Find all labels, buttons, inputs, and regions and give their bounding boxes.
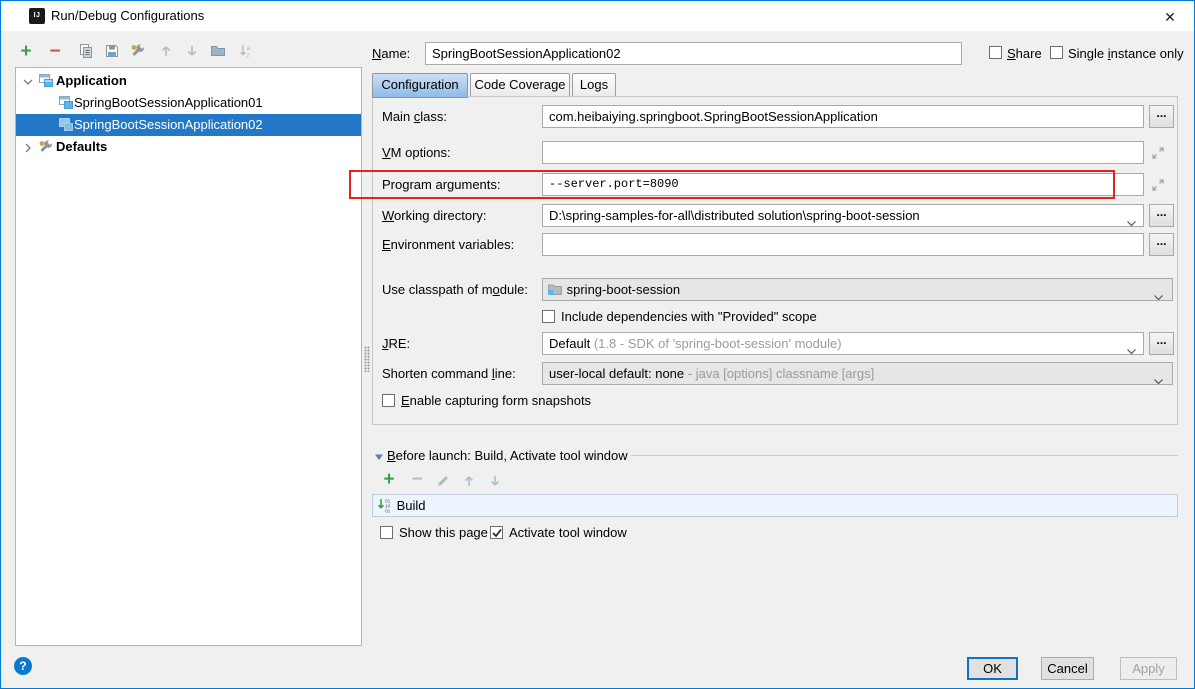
task-label: Build (397, 498, 426, 513)
tree-item-springbootsessionapplication02-selected[interactable]: SpringBootSessionApplication02 (16, 114, 361, 136)
edit-task-pencil-icon (434, 473, 452, 491)
svg-text:a: a (247, 45, 251, 52)
collapse-triangle-icon[interactable] (374, 450, 384, 460)
chevron-collapsed-icon[interactable] (22, 139, 36, 153)
chevron-down-icon[interactable] (1153, 287, 1164, 295)
main-class-label: Main class: (382, 105, 447, 128)
vm-options-label: VM options: (382, 141, 451, 164)
tab-code-coverage[interactable]: Code Coverage (470, 73, 570, 97)
environment-variables-input[interactable] (542, 233, 1144, 256)
move-task-up-icon (460, 473, 478, 491)
name-label: Name: (372, 42, 410, 65)
tree-item-label: Defaults (56, 136, 107, 158)
main-class-input[interactable]: com.heibaiying.springboot.SpringBootSess… (542, 105, 1144, 128)
defaults-wrench-icon (38, 139, 54, 155)
activate-tool-window-checkbox[interactable] (490, 526, 503, 539)
add-task-icon[interactable]: + (380, 471, 398, 489)
tree-item-label: Application (56, 70, 127, 92)
help-icon[interactable]: ? (14, 657, 32, 675)
use-classpath-label: Use classpath of module: (382, 278, 528, 301)
cancel-button[interactable]: Cancel (1041, 657, 1094, 680)
svg-text:z: z (247, 52, 250, 59)
vm-options-input[interactable] (542, 141, 1144, 164)
tree-item-label: SpringBootSessionApplication01 (74, 92, 263, 114)
application-run-config-icon (58, 117, 74, 133)
tree-item-springbootsessionapplication01[interactable]: SpringBootSessionApplication01 (16, 92, 361, 114)
splitter-handle[interactable] (364, 346, 370, 372)
environment-variables-browse-button[interactable]: ... (1149, 233, 1174, 256)
enable-snapshots-checkbox[interactable] (382, 394, 395, 407)
shorten-command-line-label: Shorten command line: (382, 362, 516, 385)
single-instance-label[interactable]: Single instance only (1068, 46, 1184, 61)
module-icon (547, 281, 563, 297)
folder-icon[interactable] (209, 43, 227, 61)
before-launch-title[interactable]: Before launch: Build, Activate tool wind… (387, 444, 628, 467)
jre-hint: (1.8 - SDK of 'spring-boot-session' modu… (594, 336, 842, 351)
apply-button: Apply (1120, 657, 1177, 680)
shorten-hint: - java [options] classname [args] (688, 366, 874, 381)
remove-configuration-icon[interactable]: − (46, 43, 64, 61)
show-this-page-checkbox[interactable] (380, 526, 393, 539)
tree-group-defaults[interactable]: Defaults (16, 136, 361, 158)
shorten-command-line-combobox[interactable]: user-local default: none - java [options… (542, 362, 1173, 385)
window-title: Run/Debug Configurations (51, 8, 204, 23)
expand-field-icon[interactable] (1150, 145, 1167, 162)
remove-task-icon: − (408, 471, 426, 489)
checkmark-icon (491, 527, 503, 539)
chevron-down-icon[interactable] (1126, 341, 1137, 349)
tab-logs[interactable]: Logs (572, 73, 616, 97)
configurations-tree: Application SpringBootSessionApplication… (15, 67, 362, 646)
expand-field-icon[interactable] (1150, 177, 1167, 194)
program-arguments-input[interactable]: --server.port=8090 (542, 173, 1144, 196)
show-this-page-label[interactable]: Show this page (399, 525, 488, 540)
working-directory-value: D:\spring-samples-for-all\distributed so… (549, 208, 920, 223)
tab-configuration[interactable]: Configuration (372, 73, 468, 98)
shorten-value: user-local default: none (549, 366, 684, 381)
jre-label: JRE: (382, 332, 410, 355)
activate-tool-window-label[interactable]: Activate tool window (509, 525, 627, 540)
share-label[interactable]: Share (1007, 46, 1042, 61)
application-run-config-icon (58, 95, 74, 111)
enable-snapshots-label[interactable]: Enable capturing form snapshots (401, 393, 591, 408)
name-input[interactable]: SpringBootSessionApplication02 (425, 42, 962, 65)
working-directory-combobox[interactable]: D:\spring-samples-for-all\distributed so… (542, 204, 1144, 227)
section-divider (631, 455, 1178, 456)
save-configuration-icon[interactable] (103, 43, 121, 61)
include-provided-checkbox[interactable] (542, 310, 555, 323)
intellij-logo-icon: IJ (29, 8, 45, 24)
ok-button[interactable]: OK (967, 657, 1018, 680)
working-directory-label: Working directory: (382, 204, 487, 227)
single-instance-checkbox[interactable] (1050, 46, 1063, 59)
close-icon[interactable]: ✕ (1160, 7, 1180, 27)
move-up-icon (157, 43, 175, 61)
add-configuration-icon[interactable]: + (17, 43, 35, 61)
working-directory-browse-button[interactable]: ... (1149, 204, 1174, 227)
sort-alphabetically-icon: az (237, 43, 255, 61)
before-launch-task-build[interactable]: 011001 Build (372, 494, 1178, 517)
chevron-down-icon[interactable] (1153, 371, 1164, 379)
chevron-down-icon[interactable] (1126, 213, 1137, 221)
tree-item-label: SpringBootSessionApplication02 (74, 114, 263, 136)
move-down-icon (183, 43, 201, 61)
svg-text:01: 01 (385, 509, 391, 514)
jre-combobox[interactable]: Default (1.8 - SDK of 'spring-boot-sessi… (542, 332, 1144, 355)
chevron-expanded-icon[interactable] (22, 73, 36, 87)
program-arguments-label: Program arguments: (382, 173, 501, 196)
jre-value: Default (549, 336, 590, 351)
use-classpath-combobox[interactable]: spring-boot-session (542, 278, 1173, 301)
edit-defaults-wrench-icon[interactable] (129, 43, 147, 61)
move-task-down-icon (486, 473, 504, 491)
tree-group-application[interactable]: Application (16, 70, 361, 92)
main-class-browse-button[interactable]: ... (1149, 105, 1174, 128)
build-icon: 011001 (377, 497, 393, 513)
environment-variables-label: Environment variables: (382, 233, 514, 256)
include-provided-label[interactable]: Include dependencies with "Provided" sco… (561, 309, 817, 324)
copy-configuration-icon[interactable] (77, 43, 95, 61)
application-type-icon (38, 73, 54, 89)
use-classpath-value: spring-boot-session (567, 282, 680, 297)
title-bar: IJ Run/Debug Configurations ✕ (1, 1, 1194, 31)
jre-browse-button[interactable]: ... (1149, 332, 1174, 355)
share-checkbox[interactable] (989, 46, 1002, 59)
run-debug-configurations-dialog: IJ Run/Debug Configurations ✕ + − az App… (0, 0, 1195, 689)
